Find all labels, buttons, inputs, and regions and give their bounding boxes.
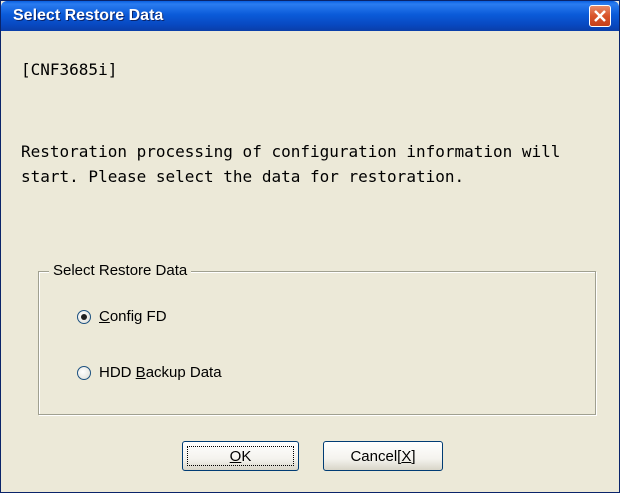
cancel-button[interactable]: Cancel[X] xyxy=(323,441,443,471)
radio-selected-icon[interactable] xyxy=(77,309,91,324)
ok-button[interactable]: OK xyxy=(182,441,299,471)
restore-data-group: Select Restore Data Config FD HDD Backup… xyxy=(38,262,596,415)
message-text: Restoration processing of configuration … xyxy=(21,139,601,189)
dialog-window: Select Restore Data [CNF3685i] Restorati… xyxy=(0,0,620,493)
radio-config-fd[interactable]: Config FD xyxy=(77,308,167,325)
cancel-button-label: Cancel[X] xyxy=(350,447,416,465)
device-label: [CNF3685i] xyxy=(21,60,118,79)
close-icon xyxy=(594,10,606,22)
radio-hdd-backup-label: HDD Backup Data xyxy=(99,364,222,381)
message-line-1: Restoration processing of configuration … xyxy=(21,142,561,161)
title-bar[interactable]: Select Restore Data xyxy=(1,1,619,31)
radio-hdd-backup[interactable]: HDD Backup Data xyxy=(77,364,222,381)
window-title: Select Restore Data xyxy=(13,7,164,24)
close-button[interactable] xyxy=(589,5,611,27)
group-legend: Select Restore Data xyxy=(49,262,192,279)
radio-unselected-icon[interactable] xyxy=(77,365,91,380)
message-line-2: start. Please select the data for restor… xyxy=(21,167,465,186)
focus-rect xyxy=(187,446,294,466)
radio-config-fd-label: Config FD xyxy=(99,308,167,325)
